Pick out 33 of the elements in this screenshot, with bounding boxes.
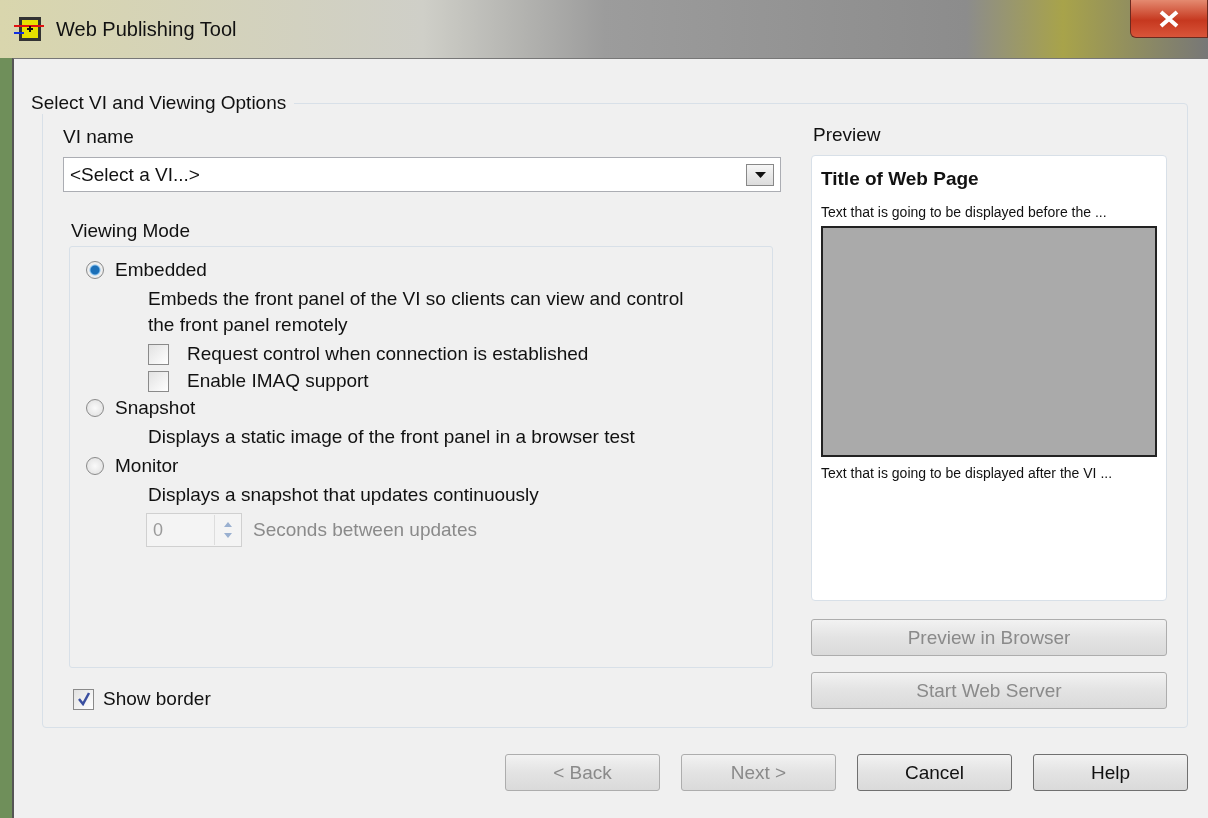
spin-label: Seconds between updates xyxy=(253,519,477,541)
preview-title: Title of Web Page xyxy=(821,168,980,190)
vi-name-dropdown[interactable]: <Select a VI...> xyxy=(63,157,781,192)
field-label: VI name xyxy=(63,126,135,148)
window-title: Web Publishing Tool xyxy=(56,17,237,41)
radio-button[interactable] xyxy=(86,457,104,475)
app-icon xyxy=(14,16,44,42)
close-button[interactable] xyxy=(1130,0,1208,38)
option-description: Displays a static image of the front panel in a browser test xyxy=(148,425,636,449)
checkbox[interactable] xyxy=(148,370,169,392)
dialog-button[interactable]: Cancel xyxy=(857,754,1012,791)
radio-button[interactable] xyxy=(86,261,104,279)
radio-label: Monitor xyxy=(115,455,179,477)
checkbox-label: Request control when connection is established xyxy=(187,343,589,365)
section-label: Viewing Mode xyxy=(71,220,191,242)
radio-label: Embedded xyxy=(115,259,207,281)
checkbox[interactable] xyxy=(148,343,169,365)
close-icon xyxy=(1158,9,1180,28)
checkbox[interactable] xyxy=(73,688,94,710)
group-title: Select VI and Viewing Options xyxy=(31,92,288,114)
checkbox-label: Enable IMAQ support xyxy=(187,370,369,392)
option-description: Displays a snapshot that updates continuously xyxy=(148,483,540,507)
option-description: Embeds the front panel of the VI so clients can view and control the front panel remotely xyxy=(148,287,685,337)
checkbox-label: Show border xyxy=(103,688,211,710)
caret-icon xyxy=(754,171,766,178)
check-icon xyxy=(76,692,91,706)
dropdown-button[interactable] xyxy=(746,163,774,186)
preview-label: Preview xyxy=(813,124,882,146)
dialog-button[interactable]: Help xyxy=(1033,754,1188,791)
radio-label: Snapshot xyxy=(115,397,196,419)
radio-button[interactable] xyxy=(86,399,104,417)
preview-text: Text that is going to be displayed before the ... xyxy=(821,204,1108,220)
preview-text: Text that is going to be displayed after the VI ... xyxy=(821,465,1114,481)
